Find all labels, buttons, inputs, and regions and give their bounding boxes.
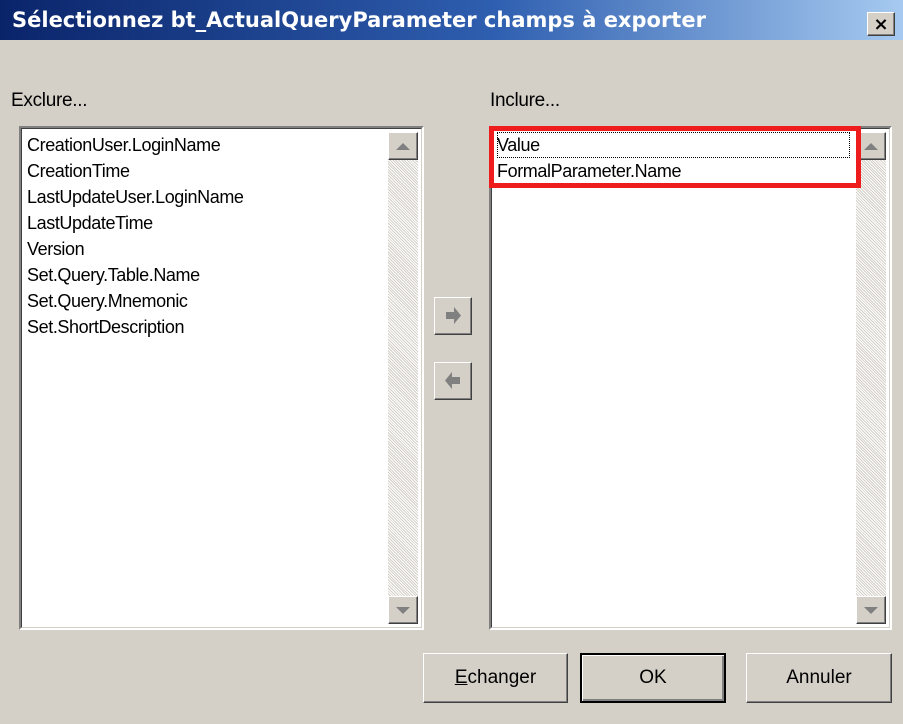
scroll-down-button[interactable]	[388, 596, 418, 624]
scroll-up-button[interactable]	[388, 132, 418, 160]
swap-button[interactable]: Echanger	[423, 653, 568, 703]
scroll-down-button[interactable]	[856, 596, 886, 624]
ok-label: OK	[639, 667, 667, 688]
exclude-listbox[interactable]: CreationUser.LoginName CreationTime Last…	[19, 126, 424, 630]
include-listbox[interactable]: Value FormalParameter.Name	[489, 126, 892, 630]
chevron-down-icon	[864, 606, 878, 614]
exclude-label: Exclure...	[11, 90, 88, 111]
list-item[interactable]: Version	[27, 236, 382, 262]
title-bar: Sélectionnez bt_ActualQueryParameter cha…	[0, 0, 903, 40]
list-item[interactable]: Set.Query.Mnemonic	[27, 288, 382, 314]
move-left-button[interactable]	[434, 362, 472, 400]
list-item[interactable]: CreationTime	[27, 158, 382, 184]
arrow-right-icon	[446, 307, 461, 324]
exclude-scrollbar[interactable]	[388, 132, 418, 624]
move-right-button[interactable]	[434, 297, 472, 335]
chevron-down-icon	[396, 606, 410, 614]
chevron-up-icon	[864, 142, 878, 150]
close-button[interactable]: ×	[867, 12, 895, 36]
list-item[interactable]: CreationUser.LoginName	[27, 132, 382, 158]
close-icon: ×	[873, 13, 889, 35]
list-item[interactable]: LastUpdateTime	[27, 210, 382, 236]
include-scrollbar[interactable]	[856, 132, 886, 624]
swap-mnemonic: E	[454, 667, 468, 688]
swap-label: changer	[467, 667, 537, 688]
ok-button[interactable]: OK	[580, 653, 726, 703]
chevron-up-icon	[396, 142, 410, 150]
highlight-box	[489, 126, 861, 188]
exclude-items: CreationUser.LoginName CreationTime Last…	[27, 132, 382, 340]
arrow-left-icon	[445, 372, 460, 389]
list-item[interactable]: Set.Query.Table.Name	[27, 262, 382, 288]
cancel-label: Annuler	[786, 667, 852, 688]
window-title: Sélectionnez bt_ActualQueryParameter cha…	[12, 8, 706, 32]
list-item[interactable]: Set.ShortDescription	[27, 314, 382, 340]
include-label: Inclure...	[490, 90, 560, 111]
list-item[interactable]: LastUpdateUser.LoginName	[27, 184, 382, 210]
cancel-button[interactable]: Annuler	[746, 653, 892, 703]
